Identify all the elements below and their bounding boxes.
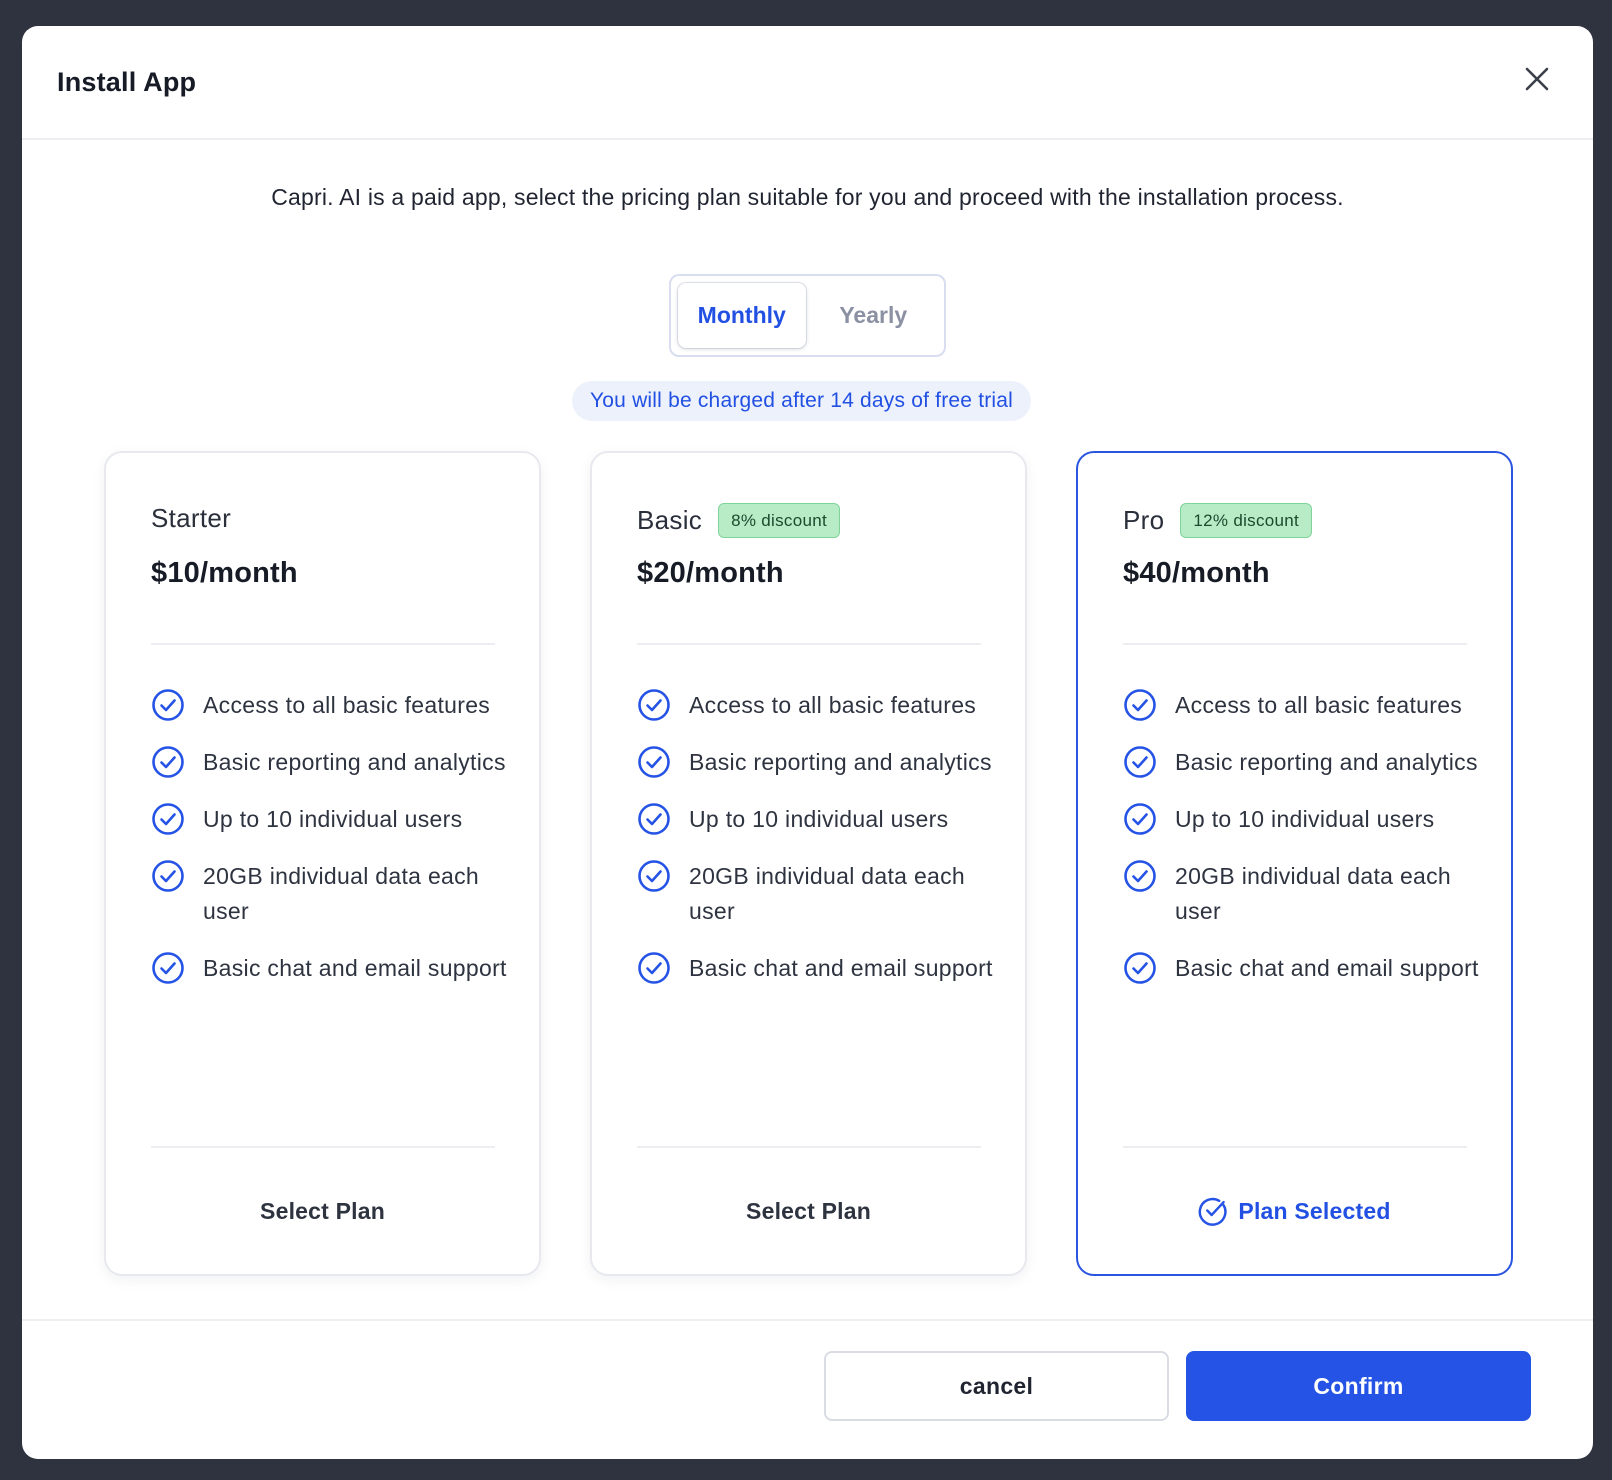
feature-text: Up to 10 individual users (1175, 806, 1435, 832)
feature-item: 20GB individual data each user (1123, 859, 1481, 929)
check-circle-icon (151, 745, 185, 779)
feature-list: Access to all basic features Basic repor… (151, 688, 509, 986)
billing-toggle: Monthly Yearly (669, 274, 946, 357)
trial-notice: You will be charged after 14 days of fre… (572, 381, 1032, 421)
check-circle-icon (1123, 688, 1157, 722)
check-circle-icon (637, 802, 671, 836)
check-circle-icon (637, 745, 671, 779)
feature-list: Access to all basic features Basic repor… (637, 688, 995, 986)
select-plan-label: Select Plan (746, 1197, 871, 1224)
plan-selected-label: Plan Selected (1238, 1197, 1391, 1224)
plan-name: Pro (1123, 505, 1165, 535)
plan-cards: Starter $10/month Access to all basic fe… (104, 451, 1513, 1276)
check-circle-icon (1198, 1196, 1228, 1226)
feature-text: Access to all basic features (689, 692, 977, 718)
feature-text: 20GB individual data each user (689, 863, 966, 924)
feature-text: Basic reporting and analytics (203, 749, 506, 775)
feature-item: Access to all basic features (151, 688, 509, 723)
feature-text: Access to all basic features (203, 692, 491, 718)
feature-item: Basic chat and email support (637, 951, 995, 986)
cancel-button[interactable]: cancel (824, 1351, 1169, 1421)
divider (637, 643, 981, 645)
modal-footer: cancel Confirm (22, 1319, 1593, 1459)
install-app-modal: Install App Capri. AI is a paid app, sel… (22, 26, 1593, 1459)
feature-text: Up to 10 individual users (203, 806, 463, 832)
check-circle-icon (1123, 859, 1157, 893)
feature-item: Up to 10 individual users (151, 802, 509, 837)
plan-name: Basic (637, 505, 703, 535)
plan-price: $20/month (637, 557, 784, 589)
plan-card-starter[interactable]: Starter $10/month Access to all basic fe… (104, 451, 541, 1276)
plan-name: Starter (151, 503, 232, 533)
feature-item: Basic reporting and analytics (151, 745, 509, 780)
check-circle-icon (637, 859, 671, 893)
select-plan-button[interactable]: Select Plan (592, 1171, 1025, 1251)
discount-badge: 12% discount (1180, 503, 1313, 538)
feature-text: 20GB individual data each user (1175, 863, 1452, 924)
feature-item: Up to 10 individual users (1123, 802, 1481, 837)
check-circle-icon (637, 688, 671, 722)
discount-badge: 8% discount (718, 503, 840, 538)
feature-item: Access to all basic features (1123, 688, 1481, 723)
check-circle-icon (151, 802, 185, 836)
select-plan-label: Select Plan (260, 1197, 385, 1224)
feature-item: Basic chat and email support (1123, 951, 1481, 986)
feature-item: Up to 10 individual users (637, 802, 995, 837)
feature-text: Up to 10 individual users (689, 806, 949, 832)
feature-text: Basic reporting and analytics (1175, 749, 1478, 775)
check-circle-icon (1123, 745, 1157, 779)
feature-text: Access to all basic features (1175, 692, 1463, 718)
plan-header: Pro 12% discount (1123, 503, 1313, 538)
check-circle-icon (637, 951, 671, 985)
feature-item: Basic chat and email support (151, 951, 509, 986)
plan-card-pro[interactable]: Pro 12% discount $40/month Access to all… (1076, 451, 1513, 1276)
plan-card-basic[interactable]: Basic 8% discount $20/month Access to al… (590, 451, 1027, 1276)
feature-item: Access to all basic features (637, 688, 995, 723)
divider (1123, 1146, 1467, 1148)
close-icon (1525, 67, 1549, 91)
toggle-monthly[interactable]: Monthly (678, 283, 806, 348)
check-circle-icon (151, 951, 185, 985)
close-button[interactable] (1515, 57, 1559, 101)
feature-text: Basic reporting and analytics (689, 749, 992, 775)
divider (1123, 643, 1467, 645)
feature-text: 20GB individual data each user (203, 863, 480, 924)
feature-list: Access to all basic features Basic repor… (1123, 688, 1481, 986)
check-circle-icon (1123, 802, 1157, 836)
modal-header: Install App (22, 26, 1593, 140)
divider (151, 1146, 495, 1148)
feature-text: Basic chat and email support (203, 955, 507, 981)
check-circle-icon (1123, 951, 1157, 985)
divider (637, 1146, 981, 1148)
plan-price: $40/month (1123, 557, 1270, 589)
feature-text: Basic chat and email support (1175, 955, 1479, 981)
check-circle-icon (151, 859, 185, 893)
modal-title: Install App (57, 66, 197, 97)
feature-item: 20GB individual data each user (151, 859, 509, 929)
feature-item: Basic reporting and analytics (637, 745, 995, 780)
select-plan-button[interactable]: Select Plan (106, 1171, 539, 1251)
plan-header: Starter (151, 503, 231, 534)
plan-header: Basic 8% discount (637, 503, 840, 538)
intro-text: Capri. AI is a paid app, select the pric… (271, 184, 1344, 210)
plan-selected-button[interactable]: Plan Selected (1078, 1171, 1511, 1251)
plan-price: $10/month (151, 557, 298, 589)
divider (151, 643, 495, 645)
feature-text: Basic chat and email support (689, 955, 993, 981)
check-circle-icon (151, 688, 185, 722)
feature-item: 20GB individual data each user (637, 859, 995, 929)
feature-item: Basic reporting and analytics (1123, 745, 1481, 780)
toggle-yearly[interactable]: Yearly (810, 283, 938, 348)
confirm-button[interactable]: Confirm (1186, 1351, 1531, 1421)
